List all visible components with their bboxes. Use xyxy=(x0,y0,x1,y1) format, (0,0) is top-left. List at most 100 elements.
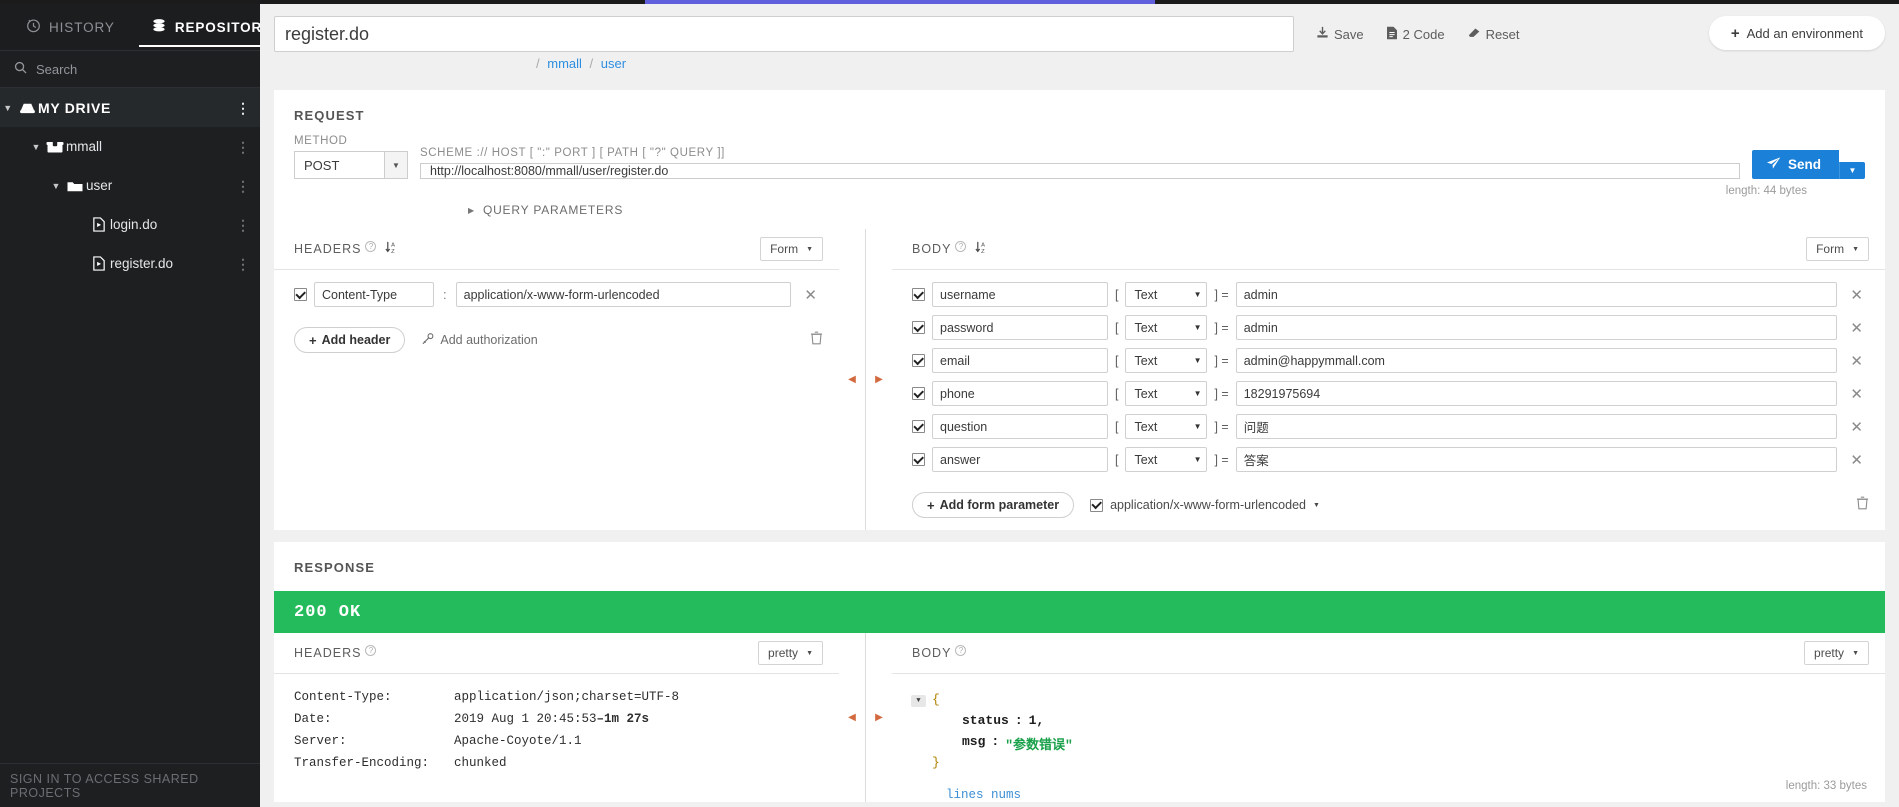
remove-header-icon[interactable]: ✕ xyxy=(798,286,823,304)
collapse-response-left-button[interactable]: ◀ xyxy=(839,633,865,802)
tab-history[interactable]: HISTORY xyxy=(8,4,133,50)
tree-node-login-do[interactable]: login.do ⋮ xyxy=(0,205,260,244)
remove-body-param-icon[interactable]: ✕ xyxy=(1844,418,1869,436)
collapse-response-right-button[interactable]: ▶ xyxy=(866,633,892,802)
method-select[interactable]: POST ▼ xyxy=(294,151,408,179)
body-param-enabled-checkbox[interactable] xyxy=(912,288,925,301)
add-environment-label: Add an environment xyxy=(1746,25,1863,41)
send-options-button[interactable]: ▼ xyxy=(1839,162,1865,179)
help-icon[interactable]: ? xyxy=(955,241,967,252)
response-headers-view-select[interactable]: pretty ▼ xyxy=(758,641,823,665)
body-param-value-input[interactable]: 答案 xyxy=(1235,447,1838,472)
body-param-value-input[interactable]: admin@happymmall.com xyxy=(1235,348,1838,373)
remove-body-param-icon[interactable]: ✕ xyxy=(1844,451,1869,469)
send-button[interactable]: Send xyxy=(1751,150,1839,179)
body-param-value-text: 18291975694 xyxy=(1243,386,1321,401)
help-icon[interactable]: ? xyxy=(365,241,377,252)
kebab-menu-icon[interactable]: ⋮ xyxy=(236,101,250,115)
body-param-value-input[interactable]: 18291975694 xyxy=(1235,381,1838,406)
body-param-key-input[interactable]: email xyxy=(932,348,1108,373)
help-icon[interactable]: ? xyxy=(955,645,967,656)
kebab-menu-icon[interactable]: ⋮ xyxy=(236,257,250,271)
chevron-down-icon[interactable]: ▼ xyxy=(48,181,64,191)
header-value-input[interactable]: application/x-www-form-urlencoded xyxy=(455,282,792,307)
sign-in-notice[interactable]: SIGN IN TO ACCESS SHARED PROJECTS xyxy=(0,763,260,807)
body-param-type-select[interactable]: Text ▼ xyxy=(1125,315,1208,340)
code-button[interactable]: 2 Code xyxy=(1386,26,1445,43)
remove-body-param-icon[interactable]: ✕ xyxy=(1844,385,1869,403)
url-input[interactable]: http://localhost:8080/mmall/user/registe… xyxy=(420,163,1740,179)
body-param-key-input[interactable]: password xyxy=(932,315,1108,340)
body-param-enabled-checkbox[interactable] xyxy=(912,387,925,400)
body-param-enabled-checkbox[interactable] xyxy=(912,420,925,433)
save-button[interactable]: Save xyxy=(1316,26,1364,42)
body-param-key-value: email xyxy=(940,353,970,368)
body-param-type-value: Text xyxy=(1134,353,1158,368)
breadcrumb-item-mmall[interactable]: mmall xyxy=(547,56,582,71)
collapse-left-pane-button[interactable]: ◀ xyxy=(839,229,865,530)
remove-body-param-icon[interactable]: ✕ xyxy=(1844,352,1869,370)
add-environment-button[interactable]: + Add an environment xyxy=(1708,16,1885,50)
body-param-type-select[interactable]: Text ▼ xyxy=(1125,414,1208,439)
kebab-menu-icon[interactable]: ⋮ xyxy=(236,140,250,154)
body-param-type-select[interactable]: Text ▼ xyxy=(1125,282,1208,307)
tree-node-register-do[interactable]: register.do ⋮ xyxy=(0,244,260,283)
body-param-enabled-checkbox[interactable] xyxy=(912,354,925,367)
chevron-down-icon: ▼ xyxy=(806,245,813,253)
body-param-key-input[interactable]: username xyxy=(932,282,1108,307)
add-form-parameter-button[interactable]: + Add form parameter xyxy=(912,492,1075,518)
help-icon[interactable]: ? xyxy=(365,645,377,656)
remove-body-param-icon[interactable]: ✕ xyxy=(1844,286,1869,304)
body-param-enabled-checkbox[interactable] xyxy=(912,453,925,466)
chevron-down-icon[interactable]: ▼ xyxy=(28,142,44,152)
collapse-json-icon[interactable]: ▼ xyxy=(911,695,926,707)
breadcrumb-item-user[interactable]: user xyxy=(601,56,626,71)
body-param-key-input[interactable]: answer xyxy=(932,447,1108,472)
chevron-down-icon: ▼ xyxy=(1193,290,1202,299)
body-content-type-select[interactable]: application/x-www-form-urlencoded ▼ xyxy=(1090,498,1320,512)
body-param-value-input[interactable]: 问题 xyxy=(1235,414,1838,439)
response-body-view-select[interactable]: pretty ▼ xyxy=(1804,641,1869,665)
tree-node-mmall[interactable]: ▼ mmall ⋮ xyxy=(0,127,260,166)
body-param-key-input[interactable]: question xyxy=(932,414,1108,439)
chevron-down-icon[interactable]: ▼ xyxy=(0,103,16,113)
reset-button[interactable]: Reset xyxy=(1467,26,1520,42)
body-param-key-input[interactable]: phone xyxy=(932,381,1108,406)
body-param-value-input[interactable]: admin xyxy=(1235,282,1838,307)
svg-text:A: A xyxy=(392,242,396,248)
json-field-value: "参数错误" xyxy=(1005,738,1073,753)
sort-icon[interactable]: AZ xyxy=(975,240,988,259)
header-key-input[interactable]: Content-Type xyxy=(314,282,434,307)
kebab-menu-icon[interactable]: ⋮ xyxy=(236,218,250,232)
sort-icon[interactable]: AZ xyxy=(385,240,398,259)
body-param-type-select[interactable]: Text ▼ xyxy=(1125,447,1208,472)
chevron-down-icon[interactable]: ▼ xyxy=(384,151,408,179)
tree-node-my-drive[interactable]: ▼ MY DRIVE ⋮ xyxy=(0,88,260,127)
content-type-checkbox[interactable] xyxy=(1090,498,1104,512)
header-enabled-checkbox[interactable] xyxy=(294,288,307,301)
breadcrumb-separator: / xyxy=(589,56,594,71)
delete-all-headers-icon[interactable] xyxy=(810,331,823,350)
request-headers-view-select[interactable]: Form ▼ xyxy=(760,237,823,261)
request-headers-rows: Content-Type : application/x-www-form-ur… xyxy=(274,270,839,323)
body-param-value-text: admin xyxy=(1243,287,1278,302)
kebab-menu-icon[interactable]: ⋮ xyxy=(236,179,250,193)
bracket-open: [ xyxy=(1115,287,1119,302)
tab-history-label: HISTORY xyxy=(49,19,115,35)
collapse-right-pane-button[interactable]: ▶ xyxy=(866,229,892,530)
remove-body-param-icon[interactable]: ✕ xyxy=(1844,319,1869,337)
body-param-enabled-checkbox[interactable] xyxy=(912,321,925,334)
lines-nums-toggle[interactable]: lines nums xyxy=(932,776,1885,802)
add-header-button[interactable]: + Add header xyxy=(294,327,406,353)
tree-node-user[interactable]: ▼ user ⋮ xyxy=(0,166,260,205)
add-authorization-button[interactable]: Add authorization xyxy=(421,332,538,348)
body-param-type-select[interactable]: Text ▼ xyxy=(1125,348,1208,373)
chevron-down-icon: ▼ xyxy=(1193,422,1202,431)
body-param-type-select[interactable]: Text ▼ xyxy=(1125,381,1208,406)
request-body-view-select[interactable]: Form ▼ xyxy=(1806,237,1869,261)
body-param-value-input[interactable]: admin xyxy=(1235,315,1838,340)
delete-all-body-params-icon[interactable] xyxy=(1856,496,1869,515)
request-name-input[interactable]: register.do xyxy=(274,16,1294,52)
query-parameters-toggle[interactable]: ▶ QUERY PARAMETERS xyxy=(274,197,1885,217)
search-input[interactable]: Search xyxy=(0,50,260,88)
